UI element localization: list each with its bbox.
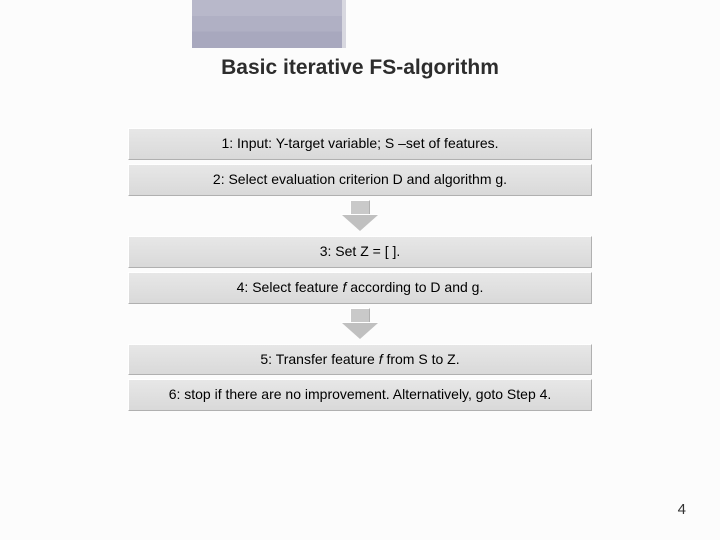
step-3-text: 3: Set Z = [ ]. [320,243,401,259]
step-1: 1: Input: Y-target variable; S –set of f… [128,128,592,160]
step-4: 4: Select feature f according to D and g… [128,272,592,304]
step-2-text: 2: Select evaluation criterion D and alg… [213,171,507,187]
step-1-text: 1: Input: Y-target variable; S –set of f… [221,135,498,151]
down-arrow-icon [350,200,370,214]
step-5-pre: 5: Transfer feature [260,351,378,367]
step-6-text: 6: stop if there are no improvement. Alt… [169,386,552,402]
step-4-post: according to D and g. [346,279,483,295]
header-decoration [192,0,342,48]
slide-title: Basic iterative FS-algorithm [0,56,720,80]
step-6: 6: stop if there are no improvement. Alt… [128,379,592,411]
step-5: 5: Transfer feature f from S to Z. [128,344,592,376]
step-3: 3: Set Z = [ ]. [128,236,592,268]
step-5-post: from S to Z. [383,351,460,367]
step-2: 2: Select evaluation criterion D and alg… [128,164,592,196]
arrow-2 [128,308,592,342]
down-arrow-icon [350,308,370,322]
page-number: 4 [678,501,686,518]
step-4-pre: 4: Select feature [237,279,343,295]
algorithm-steps: 1: Input: Y-target variable; S –set of f… [128,128,592,415]
arrow-1 [128,200,592,234]
